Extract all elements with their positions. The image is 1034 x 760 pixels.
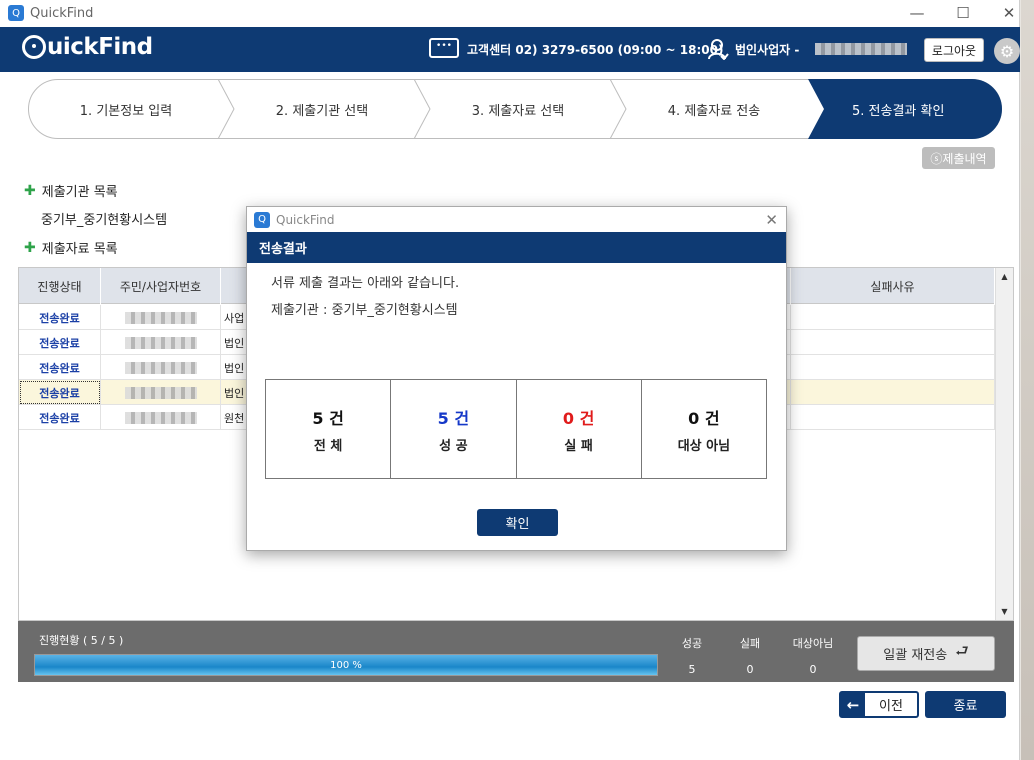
app-window: Q QuickFind — ☐ ✕ uickFind ••• 고객센터 02) … — [0, 0, 1020, 760]
row-fail-reason — [791, 380, 995, 405]
row-status: 전송완료 — [19, 305, 101, 330]
maximize-button[interactable]: ☐ — [940, 0, 986, 26]
exit-button[interactable]: 종료 — [925, 691, 1006, 718]
bulk-resend-button[interactable]: 일괄 재전송 ⮐ — [857, 636, 995, 671]
result-label: 실 패 — [564, 438, 593, 454]
agency-list-label: 제출기관 목록 — [41, 185, 118, 200]
result-label: 대상 아님 — [677, 438, 731, 454]
scroll-down-icon[interactable]: ▼ — [996, 603, 1013, 620]
vertical-scrollbar[interactable]: ▲ ▼ — [995, 268, 1013, 620]
window-title: QuickFind — [30, 5, 94, 21]
col-fail-reason[interactable]: 실패사유 — [791, 268, 995, 304]
step-3: 3. 제출자료 선택 — [471, 103, 565, 119]
gear-icon[interactable]: ⚙ — [994, 38, 1020, 64]
logo-text: uickFind — [47, 34, 153, 60]
user-label: 법인사업자 - — [735, 43, 800, 57]
row-status: 전송완료 — [19, 380, 101, 405]
row-id-redacted — [101, 330, 221, 355]
stat-na-value: 0 — [809, 663, 817, 676]
row-id-redacted — [101, 355, 221, 380]
progress-panel: 진행현황 ( 5 / 5 ) 100 % 성공 5 실패 0 대상아님 0 일괄… — [18, 621, 1014, 682]
logout-button[interactable]: 로그아웃 — [924, 38, 984, 62]
minimize-button[interactable]: — — [894, 0, 940, 26]
result-dialog: Q QuickFind ✕ 전송결과 서류 제출 결과는 아래와 같습니다. 제… — [246, 206, 787, 551]
prev-label: 이전 — [879, 699, 903, 714]
col-id-number[interactable]: 주민/사업자번호 — [101, 268, 221, 304]
step-divider — [609, 79, 627, 139]
data-list-heading: ✚ 제출자료 목록 — [24, 238, 118, 258]
step-divider — [217, 79, 235, 139]
row-status: 전송완료 — [19, 355, 101, 380]
dialog-close-icon[interactable]: ✕ — [765, 211, 778, 229]
col-status[interactable]: 진행상태 — [19, 268, 101, 304]
stat-success-value: 5 — [688, 663, 696, 676]
stat-success-label: 성공 — [681, 637, 703, 650]
title-bar: Q QuickFind — [0, 0, 1019, 26]
result-count: 0 건 — [688, 408, 720, 428]
row-id-redacted — [101, 380, 221, 405]
data-list-label: 제출자료 목록 — [41, 242, 118, 257]
result-count: 5 건 — [437, 408, 470, 428]
dialog-header: 전송결과 — [247, 232, 786, 263]
result-label: 성 공 — [439, 438, 468, 454]
user-icon — [708, 39, 729, 60]
result-cell: 5 건전 체 — [266, 380, 392, 478]
app-icon: Q — [254, 211, 270, 228]
step-5-active: 5. 전송결과 확인 — [808, 79, 1002, 139]
chat-icon[interactable]: ••• — [429, 38, 459, 58]
prev-button[interactable]: ← 이전 — [839, 691, 919, 718]
row-status: 전송완료 — [19, 330, 101, 355]
dialog-message: 서류 제출 결과는 아래와 같습니다. — [271, 276, 460, 291]
stat-na-label: 대상아님 — [792, 637, 834, 650]
quickfind-logo: uickFind — [22, 34, 153, 60]
row-fail-reason — [791, 405, 995, 430]
step-5-label: 5. 전송결과 확인 — [852, 104, 945, 119]
plus-icon: ✚ — [24, 182, 36, 199]
result-label: 전 체 — [313, 438, 343, 454]
row-id-redacted — [101, 405, 221, 430]
agency-name[interactable]: 중기부_중기현황시스템 — [41, 209, 167, 228]
stat-fail-label: 실패 — [739, 637, 761, 650]
submission-history-button[interactable]: ⓢ제출내역 — [922, 147, 995, 169]
arrow-left-icon: ← — [841, 693, 865, 716]
background-window — [1021, 0, 1034, 760]
app-icon: Q — [8, 5, 24, 21]
row-fail-reason — [791, 330, 995, 355]
dialog-titlebar: Q QuickFind — [247, 207, 786, 232]
step-divider — [413, 79, 431, 139]
stat-fail-value: 0 — [746, 663, 754, 676]
row-fail-reason — [791, 305, 995, 330]
row-status: 전송완료 — [19, 405, 101, 430]
result-cell: 0 건대상 아님 — [642, 380, 766, 478]
result-summary: 5 건전 체5 건성 공0 건실 패0 건 대상 아님 — [265, 379, 767, 479]
row-fail-reason — [791, 355, 995, 380]
return-arrow-icon: ⮐ — [955, 642, 969, 660]
step-2: 2. 제출기관 선택 — [275, 103, 369, 119]
progress-label: 진행현황 ( 5 / 5 ) — [39, 634, 124, 647]
support-info: 고객센터 02) 3279-6500 (09:00 ~ 18:00) — [467, 43, 724, 57]
step-1: 1. 기본정보 입력 — [79, 103, 173, 119]
bulk-resend-label: 일괄 재전송 — [883, 648, 948, 663]
logo-icon — [22, 35, 46, 59]
progress-bar: 100 % — [34, 654, 658, 676]
dialog-agency: 제출기관 : 중기부_중기현황시스템 — [271, 303, 458, 318]
scroll-up-icon[interactable]: ▲ — [996, 268, 1013, 285]
progress-percent: 100 % — [330, 659, 362, 671]
user-id-redacted — [815, 43, 907, 55]
agency-list-heading: ✚ 제출기관 목록 — [24, 181, 118, 201]
ok-button[interactable]: 확인 — [477, 509, 558, 536]
app-header: uickFind ••• 고객센터 02) 3279-6500 (09:00 ~… — [0, 27, 1020, 72]
plus-icon: ✚ — [24, 239, 36, 256]
step-indicator: 1. 기본정보 입력 2. 제출기관 선택 3. 제출자료 선택 4. 제출자료… — [28, 79, 1002, 139]
result-cell: 0 건실 패 — [517, 380, 642, 478]
result-cell: 5 건성 공 — [391, 380, 517, 478]
row-id-redacted — [101, 305, 221, 330]
dialog-window-title: QuickFind — [276, 212, 335, 227]
result-count: 5 건 — [312, 408, 344, 428]
result-count: 0 건 — [562, 408, 595, 428]
step-4: 4. 제출자료 전송 — [667, 103, 761, 119]
